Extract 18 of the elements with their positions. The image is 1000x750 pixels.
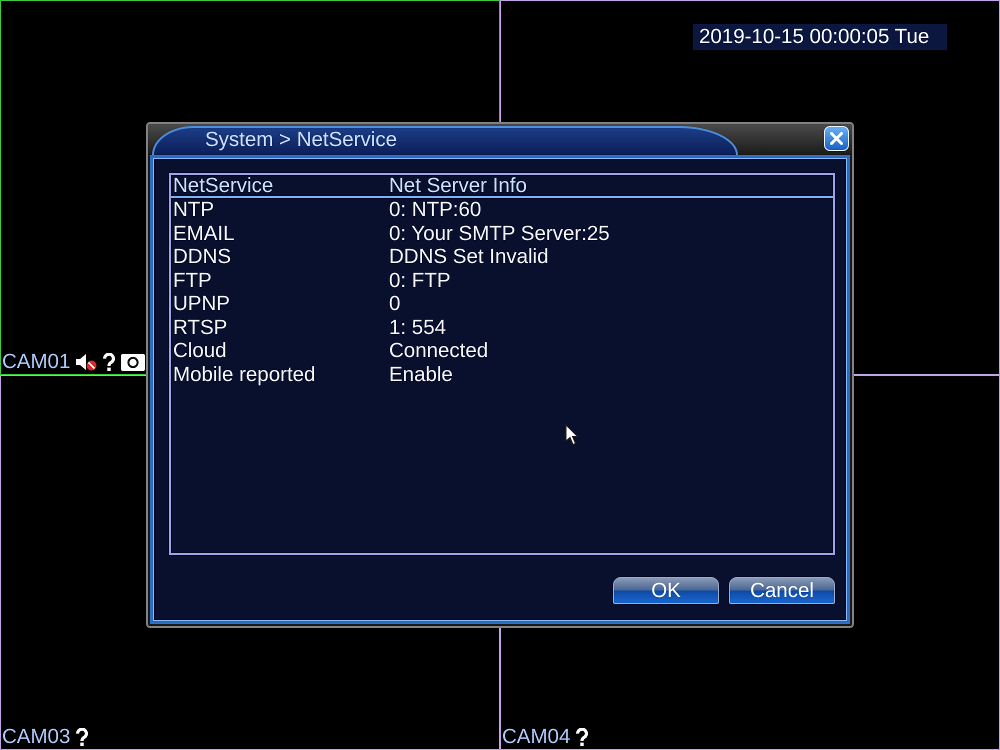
camera-label: CAM01 (2, 351, 70, 373)
table-cell-text: EMAIL (172, 222, 236, 245)
dialog-title: System > NetService (152, 126, 738, 155)
table-cell-text: 0: FTP (388, 268, 452, 292)
date-time-overlay: 2019-10-15 00:00:05 Tue (693, 24, 947, 50)
table-cell-text: Cloud (172, 339, 228, 362)
table-cell-text: 0: NTP:60 (388, 198, 482, 222)
table-cell-text: RTSP (172, 316, 228, 339)
table-cell-text: 0 (388, 292, 402, 316)
table-cell-text: NTP (172, 198, 215, 222)
table-cell-text: UPNP (172, 292, 231, 316)
table-cell-text: Connected (388, 339, 490, 362)
table-cell-text: 1: 554 (388, 316, 447, 339)
column-header: NetService (172, 175, 274, 197)
camera-label: CAM04 (502, 726, 570, 748)
camera-label: CAM03 (2, 726, 70, 748)
table-cell-text: DDNS (172, 245, 232, 268)
table-cell-text: FTP (172, 268, 213, 292)
